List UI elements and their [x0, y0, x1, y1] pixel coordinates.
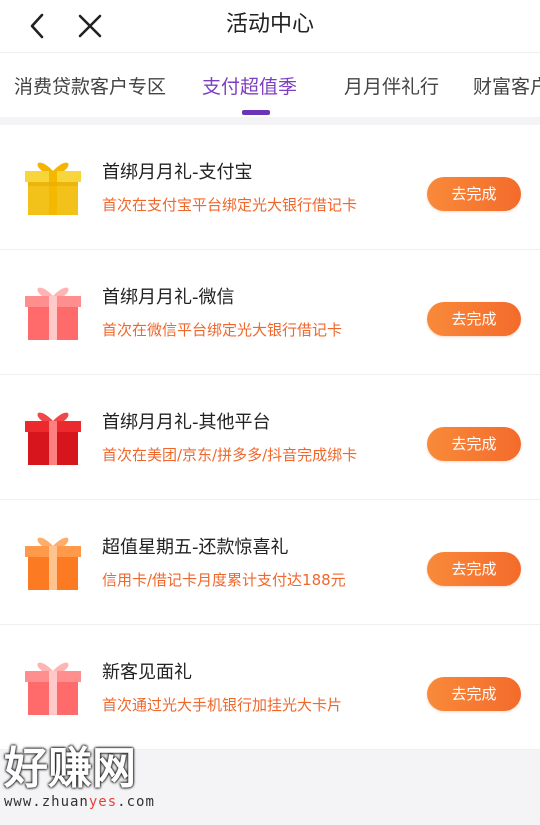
orange-gift-icon [25, 537, 81, 590]
list-item: 首绑月月礼-其他平台 首次在美团/京东/拼多多/抖音完成绑卡 去完成 [0, 375, 540, 500]
activity-description: 首次在微信平台绑定光大银行借记卡 [102, 321, 343, 339]
activity-title: 首绑月月礼-微信 [102, 287, 235, 308]
tab-consumer-loan[interactable]: 消费贷款客户专区 [14, 73, 166, 101]
activity-description: 首次在支付宝平台绑定光大银行借记卡 [102, 196, 358, 214]
activity-description: 首次在美团/京东/拼多多/抖音完成绑卡 [102, 446, 358, 464]
tab-monthly-gift[interactable]: 月月伴礼行 [344, 73, 439, 101]
complete-button[interactable]: 去完成 [427, 552, 521, 586]
activity-title: 超值星期五-还款惊喜礼 [102, 537, 289, 558]
page-title: 活动中心 [225, 12, 314, 37]
activity-title: 新客见面礼 [102, 662, 192, 683]
activity-title: 首绑月月礼-其他平台 [102, 412, 271, 433]
watermark-url-prefix: www.zhuan [4, 794, 89, 810]
watermark-url-suffix: .com [117, 794, 155, 810]
activity-description: 信用卡/借记卡月度累计支付达188元 [102, 571, 346, 589]
watermark-logo-text: 好赚网 [4, 743, 136, 794]
list-item: 超值星期五-还款惊喜礼 信用卡/借记卡月度累计支付达188元 去完成 [0, 500, 540, 625]
pink-gift-icon [25, 287, 81, 340]
complete-button[interactable]: 去完成 [427, 302, 521, 336]
tab-bar: 消费贷款客户专区 支付超值季 月月伴礼行 财富客户 [0, 53, 540, 117]
activity-list: 首绑月月礼-支付宝 首次在支付宝平台绑定光大银行借记卡 去完成 首绑月月礼-微信… [0, 125, 540, 750]
list-item: 新客见面礼 首次通过光大手机银行加挂光大卡片 去完成 [0, 625, 540, 750]
watermark-url: www.zhuanyes.com [4, 794, 155, 810]
complete-button[interactable]: 去完成 [427, 427, 521, 461]
section-divider [0, 117, 540, 125]
list-item: 首绑月月礼-支付宝 首次在支付宝平台绑定光大银行借记卡 去完成 [0, 125, 540, 250]
site-watermark: 好赚网 www.zhuanyes.com [2, 744, 202, 814]
activity-description: 首次通过光大手机银行加挂光大卡片 [102, 696, 343, 714]
watermark-url-highlight: yes [88, 794, 118, 810]
active-tab-indicator [242, 110, 270, 115]
activity-title: 首绑月月礼-支付宝 [102, 162, 253, 183]
top-nav-bar: 活动中心 [0, 0, 540, 53]
tab-payment-season[interactable]: 支付超值季 [202, 73, 297, 101]
complete-button[interactable]: 去完成 [427, 677, 521, 711]
list-item: 首绑月月礼-微信 首次在微信平台绑定光大银行借记卡 去完成 [0, 250, 540, 375]
red-gift-icon [25, 412, 81, 465]
pink-gift-icon [25, 662, 81, 715]
tab-wealth-customer[interactable]: 财富客户 [473, 73, 540, 101]
complete-button[interactable]: 去完成 [427, 177, 521, 211]
gold-gift-icon [25, 162, 81, 215]
